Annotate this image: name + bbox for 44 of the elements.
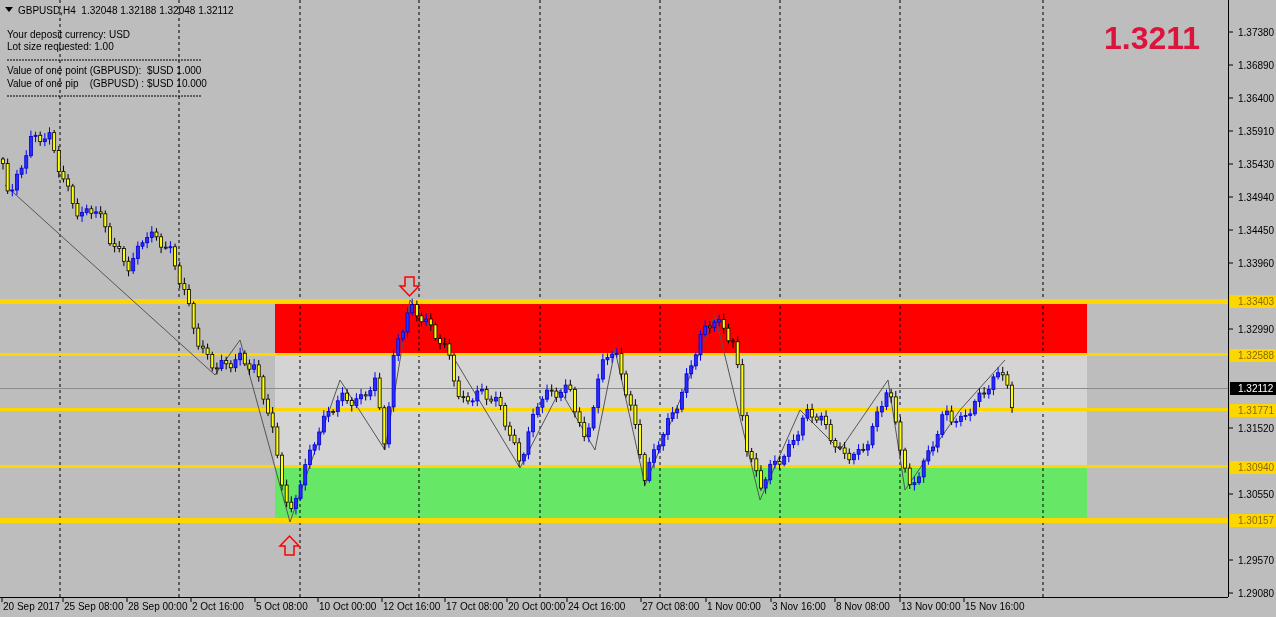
price-tick-label: 1.36890 xyxy=(1238,60,1275,71)
level-price-label: 1.30157 xyxy=(1230,514,1276,527)
dropdown-triangle-icon[interactable] xyxy=(5,7,13,12)
price-tick-label: 1.37380 xyxy=(1238,27,1275,38)
price-tick-label: 1.29080 xyxy=(1238,588,1275,599)
info-line: Lot size requested: 1.00 xyxy=(7,41,114,52)
level-price-label: 1.30940 xyxy=(1230,461,1276,474)
info-line: Value of one point (GBPUSD): $USD 1.000 xyxy=(7,65,202,76)
info-line: Value of one pip (GBPUSD) : $USD 10.000 xyxy=(7,78,207,89)
time-tick-label: 27 Oct 08:00 xyxy=(642,601,700,612)
info-line: Your deposit currency: USD xyxy=(7,29,131,40)
price-tick-label: 1.33960 xyxy=(1238,258,1275,269)
price-tick-label: 1.30550 xyxy=(1238,489,1275,500)
price-tick-label: 1.34940 xyxy=(1238,192,1275,203)
time-tick-label: 2 Oct 16:00 xyxy=(192,601,244,612)
price-tick-label: 1.34450 xyxy=(1238,225,1275,236)
time-tick-label: 5 Oct 08:00 xyxy=(256,601,308,612)
current-price-display: 1.3211 xyxy=(1103,20,1201,56)
level-price-label: 1.32588 xyxy=(1230,349,1276,362)
time-tick-label: 15 Nov 16:00 xyxy=(965,601,1025,612)
time-tick-label: 24 Oct 16:00 xyxy=(568,601,626,612)
time-tick-label: 3 Nov 16:00 xyxy=(772,601,826,612)
time-tick-label: 13 Nov 00:00 xyxy=(901,601,961,612)
time-tick-label: 12 Oct 16:00 xyxy=(383,601,441,612)
level-price-label: 1.33403 xyxy=(1230,295,1276,308)
up-arrow-icon xyxy=(278,534,301,556)
price-tick-label: 1.31520 xyxy=(1238,423,1275,434)
time-tick-label: 28 Sep 00:00 xyxy=(128,601,188,612)
current-price-label: 1.32112 xyxy=(1230,382,1276,395)
time-tick-label: 20 Oct 00:00 xyxy=(508,601,566,612)
time-tick-label: 8 Nov 08:00 xyxy=(836,601,890,612)
price-tick-label: 1.35910 xyxy=(1238,126,1275,137)
time-tick-label: 17 Oct 08:00 xyxy=(446,601,504,612)
level-price-label: 1.31771 xyxy=(1230,404,1276,417)
time-tick-label: 10 Oct 00:00 xyxy=(319,601,377,612)
price-tick-label: 1.29570 xyxy=(1238,555,1275,566)
time-tick-label: 20 Sep 2017 xyxy=(3,601,60,612)
down-arrow-icon xyxy=(398,276,421,298)
price-tick-label: 1.36400 xyxy=(1238,93,1275,104)
price-tick-label: 1.35430 xyxy=(1238,159,1275,170)
time-tick-label: 1 Nov 00:00 xyxy=(707,601,761,612)
price-tick-label: 1.32990 xyxy=(1238,324,1275,335)
symbol-header: GBPUSD,H4 1.32048 1.32188 1.32048 1.32112 xyxy=(18,5,234,16)
time-tick-label: 25 Sep 08:00 xyxy=(64,601,124,612)
